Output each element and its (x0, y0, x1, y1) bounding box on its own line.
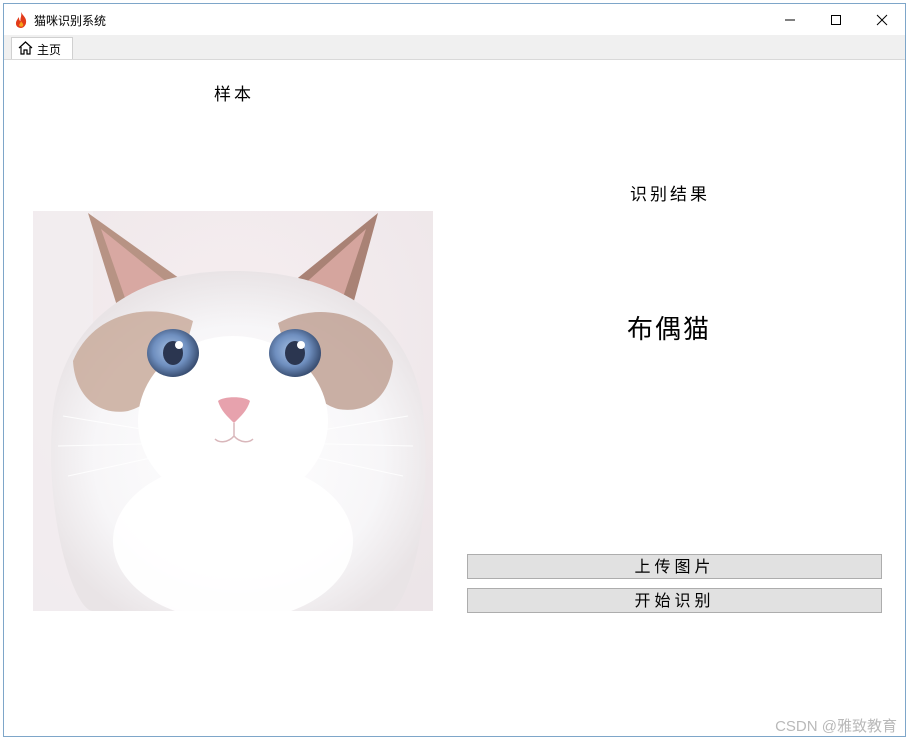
sample-label: 样本 (214, 85, 254, 105)
tab-label: 主页 (37, 43, 62, 57)
result-value: 布偶猫 (627, 315, 712, 345)
upload-image-button[interactable]: 上传图片 (467, 554, 882, 579)
title-bar[interactable]: 猫咪识别系统 (4, 4, 905, 35)
main-panel: 样本 识别结果 布偶猫 上传图片 开始识别 (4, 60, 905, 736)
close-button[interactable] (860, 4, 905, 35)
minimize-icon (785, 19, 795, 21)
watermark: CSDN @雅致教育 (775, 718, 897, 735)
result-title: 识别结果 (630, 185, 710, 205)
close-icon (876, 14, 888, 26)
home-icon (18, 41, 33, 55)
maximize-icon (831, 15, 841, 25)
cat-photo (33, 211, 433, 611)
app-window: 猫咪识别系统 主页 样本 识别结果 布偶猫 上传图片 开始识别 (3, 3, 906, 737)
window-title: 猫咪识别系统 (34, 14, 107, 28)
tab-bar: 主页 (4, 35, 905, 60)
maximize-button[interactable] (814, 4, 859, 35)
start-recognition-button[interactable]: 开始识别 (467, 588, 882, 613)
minimize-button[interactable] (768, 4, 813, 35)
tab-home[interactable]: 主页 (11, 37, 73, 59)
flame-icon (14, 12, 28, 28)
